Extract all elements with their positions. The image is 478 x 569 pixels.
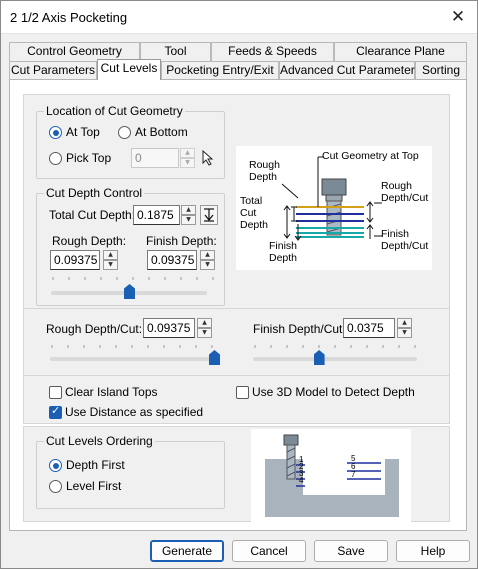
at-bottom-label[interactable]: At Bottom	[135, 125, 188, 139]
cut-levels-panel: Location of Cut Geometry At Top At Botto…	[23, 94, 450, 424]
per-cut-section: Rough Depth/Cut: 0.09375 ▲ ▼ Finish Depth…	[24, 308, 449, 376]
close-icon[interactable]: ✕	[445, 5, 471, 29]
tab-row-front: Cut Parameters Cut Levels Pocketing Entr…	[9, 59, 467, 80]
level-first-label[interactable]: Level First	[66, 479, 121, 493]
finish-per-cut-input[interactable]: 0.0375	[343, 318, 395, 338]
finish-depth-input[interactable]: 0.09375	[147, 250, 197, 270]
spin-down-icon[interactable]: ▼	[197, 328, 212, 338]
tab-advanced-cut-parameters[interactable]: Advanced Cut Parameters	[279, 61, 421, 80]
depth-split-ticks	[52, 277, 214, 280]
spin-up-icon[interactable]: ▲	[180, 148, 195, 158]
diagram-total-cut-depth-label: Total Cut Depth	[240, 195, 269, 231]
clear-island-label[interactable]: Clear Island Tops	[65, 385, 158, 399]
pick-cursor-icon[interactable]	[201, 150, 215, 166]
finish-depth-spinner[interactable]: ▲ ▼	[200, 250, 215, 270]
tab-cut-parameters[interactable]: Cut Parameters	[9, 61, 97, 80]
generate-button[interactable]: Generate	[150, 540, 224, 562]
level-first-radio[interactable]	[49, 480, 62, 493]
depth-control-group: Cut Depth Control Total Cut Depth: 0.187…	[36, 186, 225, 306]
depth-split-thumb[interactable]	[124, 284, 135, 299]
total-cut-depth-spinner[interactable]: ▲ ▼	[181, 205, 196, 225]
ordering-section: Cut Levels Ordering Depth First Level Fi…	[23, 426, 450, 522]
at-top-radio[interactable]	[49, 126, 62, 139]
ordering-group-label: Cut Levels Ordering	[44, 434, 155, 448]
help-button[interactable]: Help	[396, 540, 470, 562]
diagram-cut-geometry-label: Cut Geometry at Top	[322, 150, 419, 162]
total-cut-depth-label: Total Cut Depth:	[49, 208, 136, 222]
diagram-finish-per-cut-label: Finish Depth/Cut	[381, 228, 429, 252]
rough-per-cut-thumb[interactable]	[209, 350, 220, 365]
rough-depth-spinner[interactable]: ▲ ▼	[103, 250, 118, 270]
at-top-label[interactable]: At Top	[66, 125, 100, 139]
tab-feeds-speeds[interactable]: Feeds & Speeds	[211, 42, 334, 61]
ordering-diagram: 1 2 3 4 5 6 7	[251, 429, 411, 522]
rough-per-cut-spinner[interactable]: ▲ ▼	[197, 318, 212, 338]
title-bar: 2 1/2 Axis Pocketing ✕	[1, 1, 477, 34]
tab-row-back: Control Geometry Tool Feeds & Speeds Cle…	[9, 42, 467, 61]
dialog-window: 2 1/2 Axis Pocketing ✕ Control Geometry …	[0, 0, 478, 569]
depth-first-radio[interactable]	[49, 459, 62, 472]
spin-down-icon[interactable]: ▼	[181, 215, 196, 225]
spin-up-icon[interactable]: ▲	[197, 318, 212, 328]
use-3d-model-checkbox[interactable]	[236, 386, 249, 399]
use-distance-label[interactable]: Use Distance as specified	[65, 405, 203, 419]
depth-first-label[interactable]: Depth First	[66, 458, 125, 472]
spin-down-icon[interactable]: ▼	[103, 260, 118, 270]
clear-island-checkbox[interactable]	[49, 386, 62, 399]
spin-up-icon[interactable]: ▲	[103, 250, 118, 260]
finish-per-cut-slider[interactable]	[253, 357, 417, 361]
level-label-4: 4	[299, 476, 304, 485]
tab-clearance-plane[interactable]: Clearance Plane	[334, 42, 467, 61]
pick-top-radio[interactable]	[49, 152, 62, 165]
location-group: Location of Cut Geometry At Top At Botto…	[36, 104, 225, 179]
total-cut-depth-input[interactable]: 0.1875	[133, 205, 180, 225]
level-label-7: 7	[351, 470, 356, 479]
spin-up-icon[interactable]: ▲	[397, 318, 412, 328]
finish-per-cut-label: Finish Depth/Cut:	[253, 322, 346, 336]
ordering-group: Cut Levels Ordering Depth First Level Fi…	[36, 434, 225, 509]
cut-depth-diagram: Rough Depth Cut Geometry at Top Total Cu…	[236, 146, 432, 270]
cancel-button[interactable]: Cancel	[232, 540, 306, 562]
spin-down-icon[interactable]: ▼	[180, 158, 195, 168]
rough-per-cut-ticks	[51, 345, 213, 348]
finish-depth-label: Finish Depth:	[146, 234, 217, 248]
spin-up-icon[interactable]: ▲	[181, 205, 196, 215]
rough-depth-input[interactable]: 0.09375	[50, 250, 100, 270]
tab-pocketing-entry-exit[interactable]: Pocketing Entry/Exit	[161, 61, 279, 80]
finish-per-cut-spinner[interactable]: ▲ ▼	[397, 318, 412, 338]
ordering-diagram-art	[265, 434, 399, 517]
save-button[interactable]: Save	[314, 540, 388, 562]
spin-up-icon[interactable]: ▲	[200, 250, 215, 260]
location-group-label: Location of Cut Geometry	[44, 104, 185, 118]
window-title: 2 1/2 Axis Pocketing	[10, 10, 128, 25]
spin-down-icon[interactable]: ▼	[200, 260, 215, 270]
pick-top-input[interactable]: 0	[131, 148, 179, 168]
diagram-finish-depth-label: Finish Depth	[269, 240, 298, 264]
diagram-rough-depth-label: Rough Depth	[249, 159, 280, 183]
rough-per-cut-slider[interactable]	[50, 357, 214, 361]
at-bottom-radio[interactable]	[118, 126, 131, 139]
diagram-rough-per-cut-label: Rough Depth/Cut	[381, 180, 429, 204]
rough-depth-label: Rough Depth:	[52, 234, 127, 248]
pick-top-label[interactable]: Pick Top	[66, 151, 111, 165]
depth-control-group-label: Cut Depth Control	[44, 186, 145, 200]
tab-sorting[interactable]: Sorting	[415, 61, 467, 80]
rough-per-cut-input[interactable]: 0.09375	[143, 318, 195, 338]
depth-pick-button[interactable]	[200, 205, 218, 225]
spin-down-icon[interactable]: ▼	[397, 328, 412, 338]
tab-cut-levels[interactable]: Cut Levels	[97, 59, 161, 80]
finish-per-cut-ticks	[254, 345, 416, 348]
depth-pick-icon	[204, 208, 214, 222]
rough-per-cut-label: Rough Depth/Cut:	[46, 322, 143, 336]
use-3d-model-label[interactable]: Use 3D Model to Detect Depth	[252, 385, 415, 399]
use-distance-checkbox[interactable]	[49, 404, 62, 419]
finish-per-cut-thumb[interactable]	[313, 350, 325, 365]
pick-top-spinner[interactable]: ▲ ▼	[180, 148, 195, 168]
